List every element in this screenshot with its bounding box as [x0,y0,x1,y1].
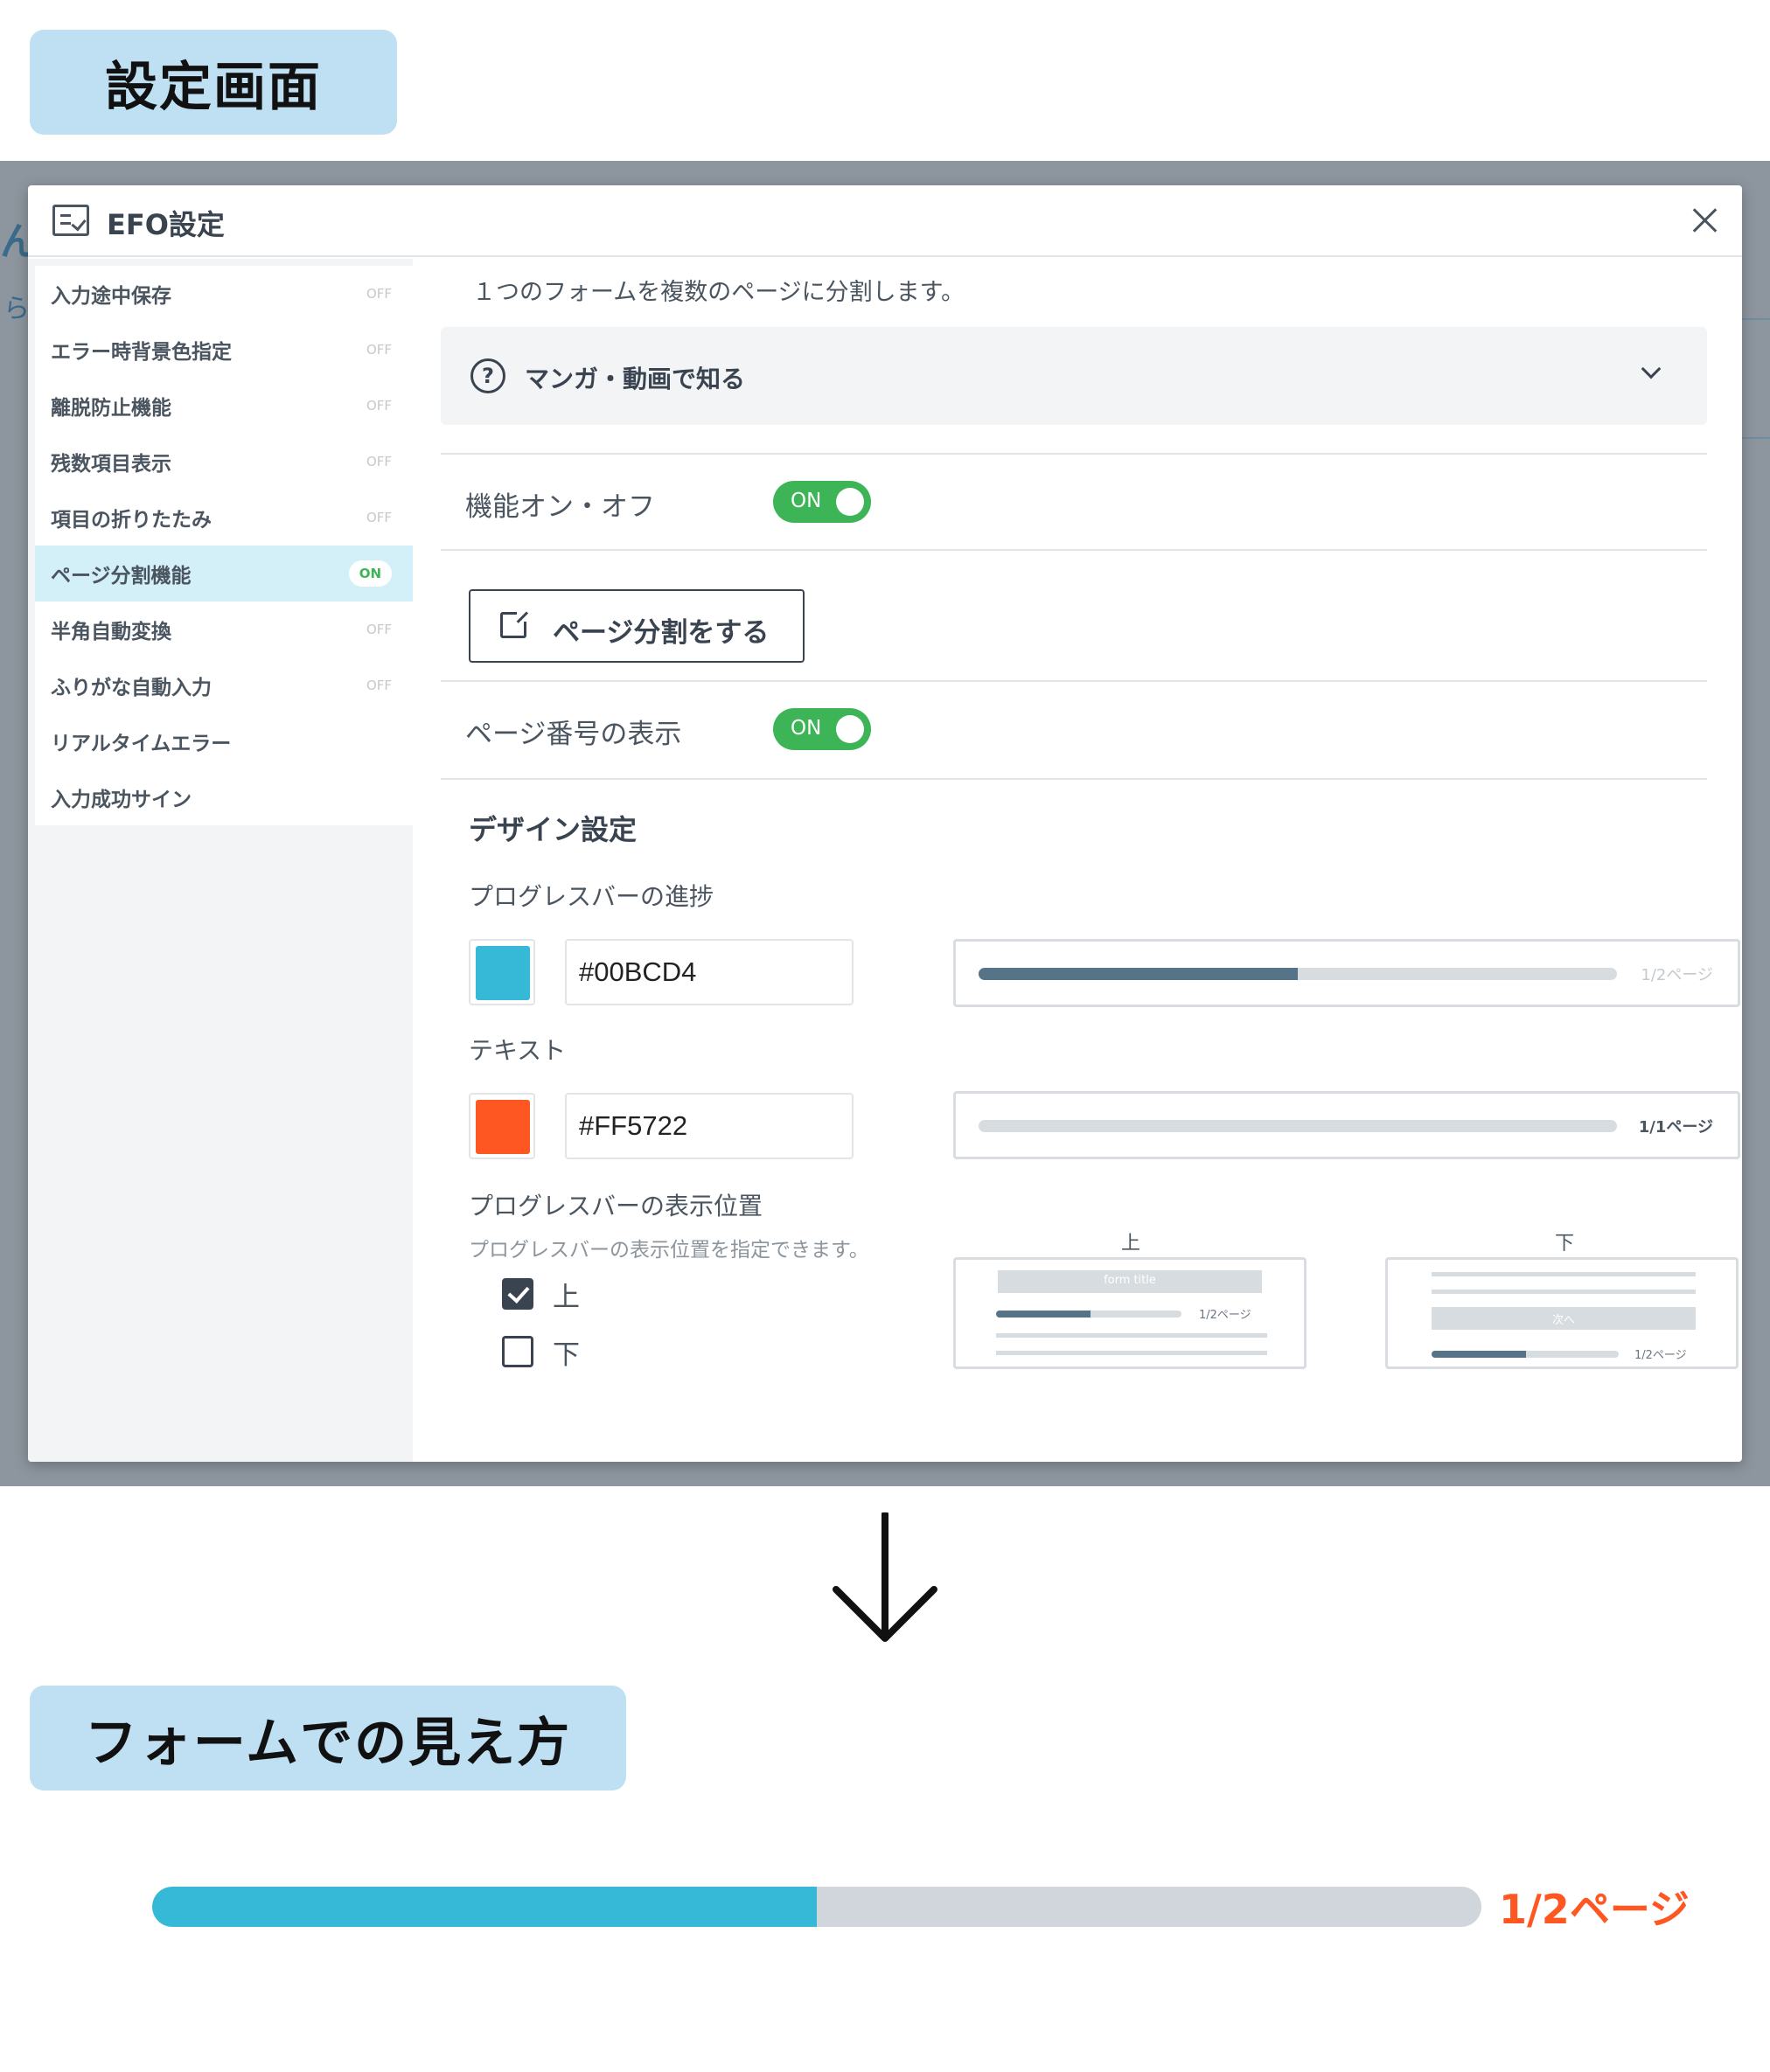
sidebar-item-page-split[interactable]: ページ分割機能 ON [35,546,413,601]
position-label: プログレスバーの表示位置 [469,1192,763,1220]
sidebar-item-save-progress[interactable]: 入力途中保存 OFF [35,266,413,322]
sidebar-item-label: 入力成功サイン [51,789,192,811]
mini-line [996,1333,1267,1338]
preview-page-text: 1/2ページ [1641,966,1713,984]
sidebar-item-label: ページ分割機能 [51,565,192,588]
position-top-label: 上 [553,1282,580,1313]
text-preview: 1/1ページ [953,1091,1740,1159]
progress-color-input[interactable] [565,939,854,1005]
top-preview-caption: 上 [1121,1233,1141,1255]
sidebar: 入力途中保存 OFF エラー時背景色指定 OFF 離脱防止機能 OFF 残数項目表示 O… [35,266,413,825]
manga-video-label: マンガ・動画で知る [525,365,746,393]
status-badge: OFF [366,678,392,693]
sidebar-item-label: 入力途中保存 [51,285,171,308]
mini-line [1432,1272,1696,1276]
form-view-label: フォームでの見え方 [30,1686,626,1790]
toggle-knob [836,715,864,743]
close-icon[interactable] [1688,203,1723,238]
status-badge: OFF [366,398,392,414]
sidebar-item-remaining-count[interactable]: 残数項目表示 OFF [35,434,413,490]
toggle-state: ON [791,490,822,512]
text-color-swatch[interactable] [469,1093,535,1159]
sidebar-item-error-bg-color[interactable]: エラー時背景色指定 OFF [35,322,413,378]
dialog-title: EFO設定 [107,208,225,241]
status-badge: OFF [366,454,392,469]
text-color-input[interactable] [565,1093,854,1159]
toggle-state: ON [791,717,822,740]
position-top-checkbox[interactable] [502,1278,533,1310]
color-swatch-fill [476,946,530,1000]
sidebar-item-label: ふりがな自動入力 [51,677,212,699]
preview-progress-fill [979,968,1298,980]
form-title-text: form title [1104,1274,1156,1287]
mini-progress-fill [1432,1351,1526,1358]
preview-progress-track [979,1120,1617,1132]
design-settings-title: デザイン設定 [469,813,638,846]
status-badge: OFF [366,510,392,525]
feature-toggle-label: 機能オン・オフ [465,491,655,523]
color-swatch-fill [476,1100,530,1154]
position-bottom-label: 下 [553,1339,580,1371]
divider [441,453,1707,455]
mini-progress-fill [996,1311,1091,1318]
progress-preview: 1/2ページ [953,939,1740,1007]
feature-description: １つのフォームを複数のページに分割します。 [472,279,965,306]
sidebar-item-label: リアルタイムエラー [51,733,232,755]
background-line [1742,318,1770,320]
page-number-label: ページ番号の表示 [465,719,682,750]
toggle-knob [836,488,864,516]
chevron-down-icon [1641,358,1662,379]
manga-video-accordion[interactable]: ? マンガ・動画で知る [441,327,1707,425]
question-circle-icon: ? [470,358,505,393]
divider [441,778,1707,780]
position-help-text: プログレスバーの表示位置を指定できます。 [469,1239,869,1262]
divider [441,549,1707,551]
mini-page-text: 1/2ページ [1199,1309,1251,1322]
sidebar-item-realtime-error[interactable]: リアルタイムエラー [35,713,413,769]
sidebar-item-collapse[interactable]: 項目の折りたたみ OFF [35,490,413,546]
position-bottom-checkbox[interactable] [502,1336,533,1367]
sidebar-item-label: 離脱防止機能 [51,397,171,420]
form-progress-fill [152,1887,817,1927]
sidebar-item-label: 項目の折りたたみ [51,509,212,532]
divider [441,680,1707,682]
mini-line [1432,1290,1696,1294]
page-split-button-label: ページ分割をする [553,617,770,649]
mini-page-text: 1/2ページ [1634,1349,1687,1362]
progress-color-swatch[interactable] [469,939,535,1005]
text-color-label: テキスト [469,1036,567,1065]
settings-screen-label: 設定画面 [30,30,397,135]
top-position-preview[interactable]: form title 1/2ページ [953,1257,1307,1369]
status-badge: OFF [366,342,392,358]
bottom-preview-caption: 下 [1555,1233,1575,1255]
mini-line [996,1351,1267,1355]
status-badge: OFF [366,286,392,302]
bottom-position-preview[interactable]: 次へ 1/2ページ [1385,1257,1739,1369]
status-badge: OFF [366,622,392,637]
background-line [1742,437,1770,439]
next-button-text: 次へ [1551,1314,1575,1327]
form-progress-bar [152,1887,1481,1927]
background-text-peek-2: ら [3,294,30,324]
sidebar-item-label: 半角自動変換 [51,621,171,643]
checklist-icon [52,205,89,236]
status-badge: ON [348,560,392,587]
external-link-icon [500,609,529,638]
form-page-indicator: 1/2ページ [1499,1886,1690,1933]
progress-color-label: プログレスバーの進捗 [469,882,714,911]
page-number-toggle[interactable]: ON [773,708,871,750]
sidebar-item-label: 残数項目表示 [51,453,171,476]
page-split-button[interactable]: ページ分割をする [469,589,805,663]
dialog-header: EFO設定 [28,185,1742,257]
sidebar-item-halfwidth-convert[interactable]: 半角自動変換 OFF [35,601,413,657]
sidebar-item-success-sign[interactable]: 入力成功サイン [35,769,413,825]
preview-page-text: 1/1ページ [1638,1118,1713,1137]
efo-settings-dialog: EFO設定 入力途中保存 OFF エラー時背景色指定 OFF 離脱防止機能 OFF 残… [28,185,1742,1462]
sidebar-item-exit-prevention[interactable]: 離脱防止機能 OFF [35,378,413,434]
feature-toggle[interactable]: ON [773,481,871,523]
arrow-down-icon [833,1512,937,1642]
sidebar-item-label: エラー時背景色指定 [51,341,232,364]
preview-progress-track [979,968,1617,980]
sidebar-item-furigana[interactable]: ふりがな自動入力 OFF [35,657,413,713]
